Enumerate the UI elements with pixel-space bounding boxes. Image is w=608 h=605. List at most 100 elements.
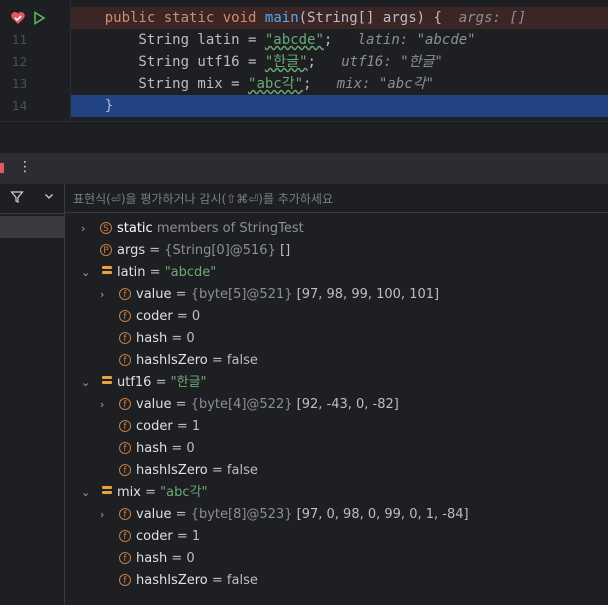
var-value: false: [226, 353, 258, 368]
field-icon: f: [119, 288, 131, 300]
code-line[interactable]: String utf16 = "한글"; utf16: "한글": [71, 51, 608, 73]
code-line[interactable]: }: [71, 95, 608, 117]
equals: =: [207, 573, 227, 588]
field-icon: f: [119, 442, 131, 454]
evaluate-expression-bar[interactable]: [65, 184, 608, 214]
equals: =: [145, 265, 165, 280]
code-token: (String[] args) {: [298, 10, 459, 26]
field-icon: f: [119, 464, 131, 476]
code-token: void: [222, 10, 265, 26]
code-line[interactable]: String latin = "abcde"; latin: "abcde": [71, 29, 608, 51]
filter-icon[interactable]: [10, 190, 24, 208]
var-value: false: [226, 463, 258, 478]
var-name: coder: [136, 529, 173, 544]
static-keyword: static: [117, 221, 153, 236]
run-to-cursor-icon[interactable]: [32, 11, 46, 25]
equals: =: [167, 331, 187, 346]
field-icon: f: [119, 552, 131, 564]
code-token: public: [104, 10, 164, 26]
var-value: "한글": [170, 375, 207, 390]
var-name: args: [117, 243, 146, 258]
local-variable-icon: [102, 376, 112, 389]
var-name: latin: [117, 265, 146, 280]
var-type: {byte[8]@523}: [190, 507, 293, 522]
evaluate-expression-input[interactable]: [65, 184, 608, 214]
equals: =: [171, 287, 191, 302]
var-value: false: [226, 573, 258, 588]
equals: =: [167, 551, 187, 566]
code-token: ;: [307, 54, 342, 70]
equals: =: [171, 397, 191, 412]
var-value: [92, -43, 0, -82]: [292, 397, 399, 412]
var-type: {byte[4]@522}: [190, 397, 293, 412]
var-name: hash: [136, 441, 168, 456]
var-name: value: [136, 397, 172, 412]
code-token: "한글": [264, 54, 308, 70]
var-name: hashIsZero: [136, 353, 208, 368]
gutter-line-breakpoint[interactable]: [0, 7, 70, 29]
frames-pane: [0, 184, 65, 605]
var-value: 0: [186, 551, 195, 566]
field-icon: f: [119, 530, 131, 542]
local-variable-icon: [102, 486, 112, 499]
var-name: coder: [136, 419, 173, 434]
code-line[interactable]: String mix = "abc각"; mix: "abc각": [71, 73, 608, 95]
equals: =: [172, 529, 192, 544]
var-name: mix: [117, 485, 141, 500]
debugger-toolbar: ⋮: [0, 152, 608, 184]
var-value: 1: [191, 419, 201, 434]
local-variable-icon: [102, 266, 112, 279]
equals: =: [151, 375, 171, 390]
field-icon: f: [119, 332, 131, 344]
var-value: 0: [186, 331, 195, 346]
divider: [0, 213, 64, 214]
var-name: value: [136, 287, 172, 302]
equals: =: [172, 419, 192, 434]
equals: =: [207, 353, 227, 368]
line-number: 13: [12, 77, 28, 91]
breakpoint-icon[interactable]: [10, 10, 26, 26]
var-type: {String[0]@516}: [164, 243, 276, 258]
var-name: coder: [136, 309, 173, 324]
chevron-down-icon[interactable]: ⌄: [81, 482, 93, 504]
gutter-line: 12: [0, 51, 70, 73]
code-area[interactable]: public static void main(String[] args) {…: [71, 0, 608, 121]
line-number: 12: [12, 55, 28, 69]
var-value: 0: [191, 309, 201, 324]
line-number: 11: [12, 33, 28, 47]
line-number: 14: [12, 99, 28, 113]
equals: =: [140, 485, 161, 500]
inline-value-hint: mix: "abc각": [336, 76, 434, 92]
field-icon: f: [119, 398, 131, 410]
chevron-down-icon[interactable]: [44, 191, 54, 204]
var-type: {byte[5]@521}: [190, 287, 293, 302]
code-token: static: [163, 10, 223, 26]
code-line[interactable]: public static void main(String[] args) {…: [71, 7, 608, 29]
chevron-right-icon[interactable]: ›: [100, 284, 112, 306]
chevron-right-icon[interactable]: ›: [100, 504, 112, 526]
var-name: hash: [136, 551, 168, 566]
editor-debugger-divider: [0, 121, 608, 152]
code-token: ;: [303, 76, 337, 92]
inline-value-hint: args: []: [458, 10, 527, 26]
var-value: 0: [186, 441, 195, 456]
code-token: "abc각": [248, 76, 304, 92]
chevron-down-icon[interactable]: ⌄: [81, 372, 93, 394]
field-icon: f: [119, 420, 131, 432]
var-value: 1: [191, 529, 201, 544]
var-name: hashIsZero: [136, 573, 208, 588]
parameter-icon: P: [100, 244, 112, 256]
chevron-right-icon[interactable]: ›: [81, 218, 93, 240]
code-token: String utf16 =: [104, 54, 265, 70]
gutter-line: 13: [0, 73, 70, 95]
chevron-right-icon[interactable]: ›: [100, 394, 112, 416]
field-icon: f: [119, 574, 131, 586]
code-editor[interactable]: 11 12 13 14 public static void main(Stri…: [0, 0, 608, 121]
chevron-down-icon[interactable]: ⌄: [81, 262, 93, 284]
var-value: [97, 0, 98, 0, 99, 0, 1, -84]: [292, 507, 469, 522]
var-name: hash: [136, 331, 168, 346]
more-options-icon[interactable]: ⋮: [18, 159, 32, 175]
equals: =: [172, 309, 192, 324]
selected-frame[interactable]: [0, 216, 64, 238]
variables-panel: › S static members of StringTest P args …: [0, 184, 608, 605]
